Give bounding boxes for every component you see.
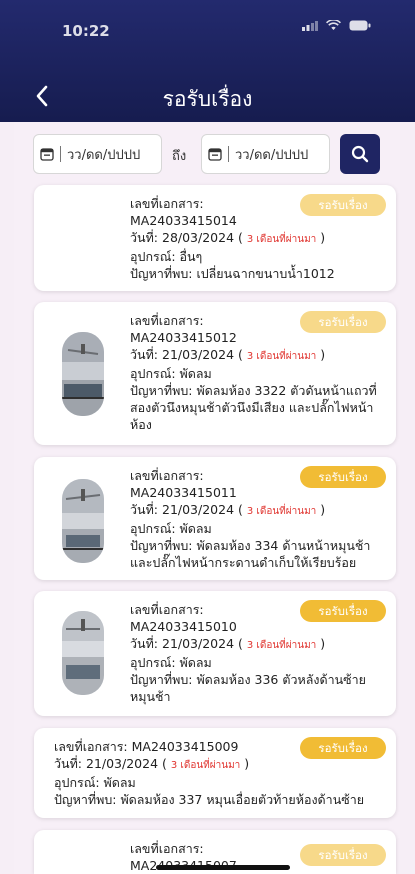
time-ago: 3 เดือนที่ผ่านมา <box>246 506 317 517</box>
item-date: วันที่: 28/03/2024 ( 3 เดือนที่ผ่านมา ) <box>130 230 326 245</box>
calendar-icon <box>208 148 222 161</box>
item-device: อุปกรณ์: อื่นๆ <box>130 249 203 264</box>
date-from-field[interactable]: วว/ดด/ปปปป <box>33 134 162 174</box>
field-divider <box>228 146 229 162</box>
item-date: วันที่: 21/03/2024 ( 3 เดือนที่ผ่านมา ) <box>130 636 326 651</box>
time-ago: 3 เดือนที่ผ่านมา <box>170 760 241 771</box>
search-icon <box>351 145 369 163</box>
item-problem: ปัญหาที่พบ: พัดลมห้อง 3322 ตัวดันหน้าแถว… <box>130 383 377 432</box>
date-filter: วว/ดด/ปปปป ถึง วว/ดด/ปปปป <box>33 134 393 174</box>
battery-icon <box>349 20 371 31</box>
status-badge[interactable]: รอรับเรื่อง <box>300 600 386 622</box>
status-badge[interactable]: รอรับเรื่อง <box>300 737 386 759</box>
list-item[interactable]: เลขที่เอกสาร: MA24033415012 วันที่: 21/0… <box>34 302 396 445</box>
field-divider <box>60 146 61 162</box>
time-ago: 3 เดือนที่ผ่านมา <box>246 640 317 651</box>
item-problem: ปัญหาที่พบ: เปลี่ยนฉากขนาบน้ำ1012 <box>130 266 335 281</box>
item-photo <box>62 332 104 416</box>
item-device: อุปกรณ์: พัดลม <box>130 366 212 381</box>
item-device: อุปกรณ์: พัดลม <box>130 521 212 536</box>
item-date: วันที่: 21/03/2024 ( 3 เดือนที่ผ่านมา ) <box>130 502 326 517</box>
app-header: 10:22 รอรับเรื่อง <box>0 0 415 122</box>
search-button[interactable] <box>340 134 380 174</box>
home-indicator <box>156 865 290 870</box>
list-item[interactable]: เลขที่เอกสาร: MA24033415009 วันที่: 21/0… <box>34 728 396 818</box>
list-item[interactable]: เลขที่เอกสาร: MA24033415011 วันที่: 21/0… <box>34 457 396 580</box>
status-badge[interactable]: รอรับเรื่อง <box>300 194 386 216</box>
time-ago: 3 เดือนที่ผ่านมา <box>246 351 317 362</box>
date-to-placeholder: วว/ดด/ปปปป <box>235 147 309 163</box>
page-title: รอรับเรื่อง <box>162 87 253 111</box>
calendar-icon <box>40 148 54 161</box>
item-device: อุปกรณ์: พัดลม <box>54 775 136 790</box>
date-to-field[interactable]: วว/ดด/ปปปป <box>201 134 330 174</box>
status-icons <box>302 20 371 31</box>
status-badge[interactable]: รอรับเรื่อง <box>300 311 386 333</box>
signal-icon <box>302 20 318 31</box>
item-problem: ปัญหาที่พบ: พัดลมห้อง 337 หมุนเอื่อยตัวท… <box>54 792 365 807</box>
status-time: 10:22 <box>62 22 110 40</box>
item-date: วันที่: 21/03/2024 ( 3 เดือนที่ผ่านมา ) <box>130 347 326 362</box>
doc-label: เลขที่เอกสาร: <box>130 841 204 856</box>
status-badge[interactable]: รอรับเรื่อง <box>300 466 386 488</box>
list-item[interactable]: เลขที่เอกสาร: MA24033415010 วันที่: 21/0… <box>34 591 396 716</box>
date-from-placeholder: วว/ดด/ปปปป <box>67 147 141 163</box>
date-range-to-label: ถึง <box>172 149 187 164</box>
item-photo <box>62 479 104 563</box>
item-problem: ปัญหาที่พบ: พัดลมห้อง 336 ตัวหลังด้านซ้า… <box>130 672 367 704</box>
doc-number: MA24033415014 <box>130 213 237 228</box>
status-badge[interactable]: รอรับเรื่อง <box>300 844 386 866</box>
list-item[interactable]: เลขที่เอกสาร: MA24033415014 วันที่: 28/0… <box>34 185 396 291</box>
item-device: อุปกรณ์: พัดลม <box>130 655 212 670</box>
item-problem: ปัญหาที่พบ: พัดลมห้อง 334 ด้านหน้าหมุนช้… <box>130 538 371 570</box>
item-photo <box>62 611 104 695</box>
wifi-icon <box>326 20 341 30</box>
status-bar: 10:22 <box>0 0 415 60</box>
time-ago: 3 เดือนที่ผ่านมา <box>246 234 317 245</box>
